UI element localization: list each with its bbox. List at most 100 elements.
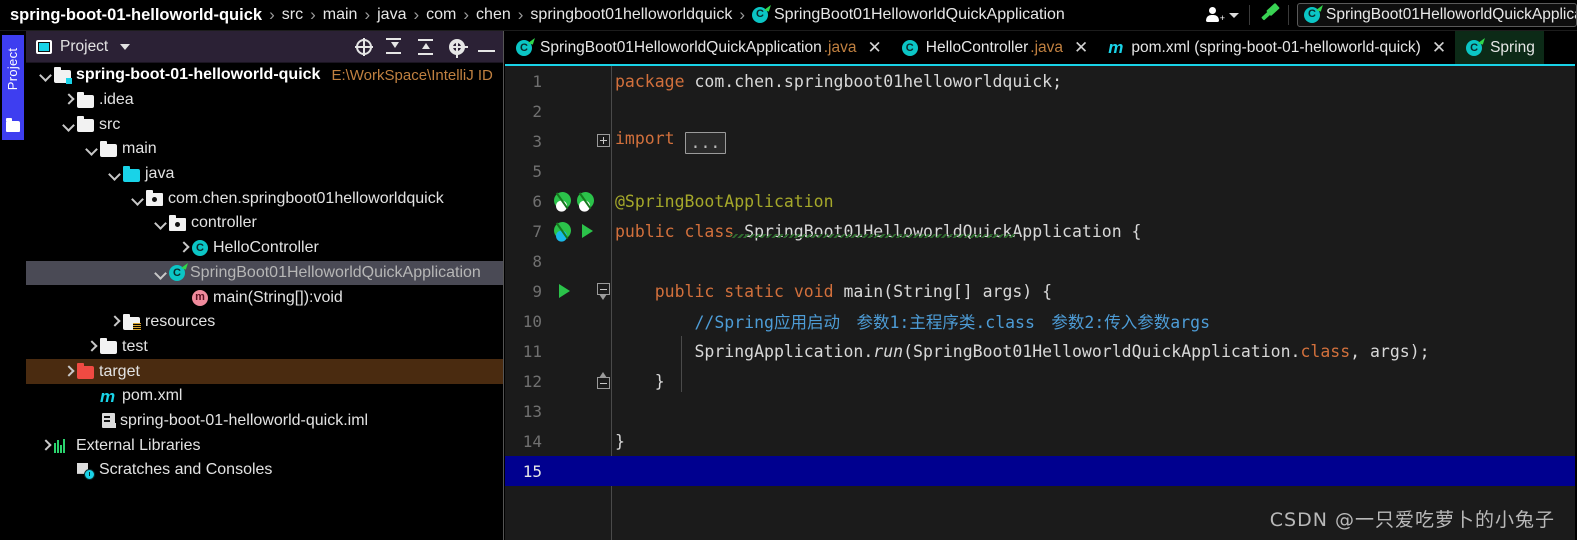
chevron-down-icon	[1229, 12, 1239, 18]
tree-node-label: src	[99, 115, 121, 133]
tree-node--idea[interactable]: .idea	[26, 88, 503, 113]
tree-node-java[interactable]: java	[26, 162, 503, 187]
check-icon	[579, 200, 591, 212]
code-editor[interactable]: 1 package com.chen.springboot01helloworld…	[505, 66, 1577, 540]
editor-gutter[interactable]	[549, 216, 611, 246]
red-folder-icon	[77, 363, 94, 380]
minimize-icon[interactable]	[478, 50, 495, 52]
tree-node-spring-boot-01-helloworld-quick-iml[interactable]: spring-boot-01-helloworld-quick.iml	[26, 409, 503, 434]
chevron-right-icon[interactable]	[176, 241, 190, 255]
code-line-1: 1 package com.chen.springboot01helloworld…	[505, 66, 1577, 96]
folder-icon	[77, 116, 94, 133]
code-text: package com.chen.springboot01helloworldq…	[611, 72, 1577, 91]
close-icon[interactable]: ✕	[1074, 39, 1088, 56]
tree-node-main[interactable]: main	[26, 137, 503, 162]
breadcrumb-item-0[interactable]: spring-boot-01-helloworld-quick	[10, 6, 262, 25]
folder-icon	[100, 140, 117, 157]
chevron-down-icon[interactable]	[130, 192, 144, 206]
tree-node-external-libraries[interactable]: External Libraries	[26, 433, 503, 458]
chevron-right-icon[interactable]	[84, 340, 98, 354]
close-icon[interactable]: ✕	[868, 39, 882, 56]
close-icon[interactable]: ✕	[1432, 39, 1446, 56]
method-icon	[192, 289, 208, 306]
chevron-right-icon[interactable]	[61, 365, 75, 379]
editor-gutter[interactable]	[549, 456, 611, 486]
chevron-down-icon[interactable]	[153, 216, 167, 230]
folded-imports[interactable]: ...	[684, 131, 727, 154]
tree-node-hellocontroller[interactable]: HelloController	[26, 236, 503, 261]
chevron-right-icon[interactable]	[38, 439, 52, 453]
editor-gutter[interactable]	[549, 186, 611, 216]
editor-tab-2[interactable]: m pom.xml (spring-boot-01-helloworld-quic…	[1097, 31, 1456, 64]
indent-guide	[681, 336, 682, 392]
tree-node-spring-boot-01-helloworld-quick[interactable]: spring-boot-01-helloworld-quick E:\WorkSp…	[26, 63, 503, 88]
tree-node-com-chen-springboot01helloworldquick[interactable]: com.chen.springboot01helloworldquick	[26, 186, 503, 211]
editor-gutter[interactable]	[549, 306, 611, 336]
tree-node-scratches-and-consoles[interactable]: Scratches and Consoles	[26, 458, 503, 483]
bean-check-icon[interactable]	[573, 188, 598, 213]
fold-collapse-icon[interactable]	[597, 283, 610, 300]
hammer-build-icon[interactable]	[1260, 2, 1280, 25]
tree-node-springboot01helloworldquickapplication[interactable]: SpringBoot01HelloworldQuickApplication	[26, 260, 503, 286]
chevron-down-icon[interactable]	[61, 118, 75, 132]
tree-node-main-string-void[interactable]: main(String[]):void	[26, 285, 503, 310]
tree-node-pom-xml[interactable]: m pom.xml	[26, 384, 503, 409]
breadcrumb-item-7[interactable]: SpringBoot01HelloworldQuickApplication	[774, 6, 1065, 24]
tree-node-label: spring-boot-01-helloworld-quick.iml	[120, 411, 369, 429]
chevron-down-icon[interactable]	[153, 266, 167, 280]
bean-spring-icon[interactable]	[550, 218, 575, 243]
spring-class-icon	[169, 264, 185, 281]
run-icon[interactable]	[582, 224, 593, 238]
tree-node-target[interactable]: target	[26, 359, 503, 384]
fold-expand-icon[interactable]	[597, 134, 610, 147]
person-add-icon: +	[1206, 7, 1225, 23]
collapse-all-icon[interactable]	[417, 37, 436, 56]
source-folder-icon	[123, 165, 140, 182]
editor-tab-1[interactable]: HelloController.java ✕	[890, 31, 1098, 64]
code-text: }	[611, 432, 1577, 451]
tree-node-controller[interactable]: controller	[26, 211, 503, 236]
chevron-down-icon[interactable]	[38, 68, 52, 82]
breadcrumb-item-2[interactable]: main	[323, 6, 358, 24]
breadcrumb-item-3[interactable]: java	[377, 6, 406, 24]
tree-node-resources[interactable]: resources	[26, 310, 503, 335]
chevron-right-icon[interactable]	[61, 93, 75, 107]
locate-icon[interactable]	[355, 37, 373, 56]
editor-tab-3[interactable]: Spring	[1455, 31, 1544, 64]
editor-gutter[interactable]	[549, 66, 611, 96]
class-icon	[901, 39, 918, 56]
tree-arrow-spacer	[176, 291, 190, 305]
editor-gutter[interactable]	[549, 336, 611, 366]
fold-collapse-end-icon[interactable]	[597, 372, 610, 390]
run-icon[interactable]	[559, 284, 570, 298]
chevron-down-icon[interactable]	[120, 43, 131, 50]
breadcrumb-item-5[interactable]: chen	[476, 6, 511, 24]
run-configuration-selector[interactable]: SpringBoot01HelloworldQuickApplicati	[1297, 3, 1577, 27]
tree-node-src[interactable]: src	[26, 112, 503, 137]
bean-search-icon[interactable]	[550, 188, 575, 213]
breadcrumb-item-6[interactable]: springboot01helloworldquick	[530, 6, 732, 24]
editor-gutter[interactable]	[549, 426, 611, 456]
line-number: 15	[522, 461, 542, 481]
editor-gutter[interactable]	[549, 96, 611, 126]
code-line-14: 14}	[505, 426, 1577, 456]
chevron-down-icon[interactable]	[107, 167, 121, 181]
editor-gutter[interactable]	[549, 156, 611, 186]
tree-node-test[interactable]: test	[26, 335, 503, 360]
expand-all-icon[interactable]	[385, 37, 404, 56]
sidebar-item-project[interactable]: Project	[2, 35, 24, 140]
chevron-down-icon[interactable]	[84, 142, 98, 156]
editor-gutter[interactable]	[549, 396, 611, 426]
editor-tab-0[interactable]: SpringBoot01HelloworldQuickApplication.j…	[505, 31, 891, 64]
breadcrumb-separator: ›	[269, 5, 275, 24]
gear-icon[interactable]	[449, 38, 468, 58]
project-tree[interactable]: spring-boot-01-helloworld-quick E:\WorkSp…	[26, 63, 503, 540]
editor-gutter[interactable]	[549, 246, 611, 276]
code-text: public static void main(String[] args) {	[611, 282, 1577, 301]
breadcrumb-item-4[interactable]: com	[426, 6, 456, 24]
account-button[interactable]: +	[1206, 7, 1239, 23]
page-title: Project	[60, 37, 109, 55]
chevron-right-icon[interactable]	[107, 315, 121, 329]
breadcrumb-item-1[interactable]: src	[282, 6, 303, 24]
code-text: }	[611, 372, 1577, 391]
